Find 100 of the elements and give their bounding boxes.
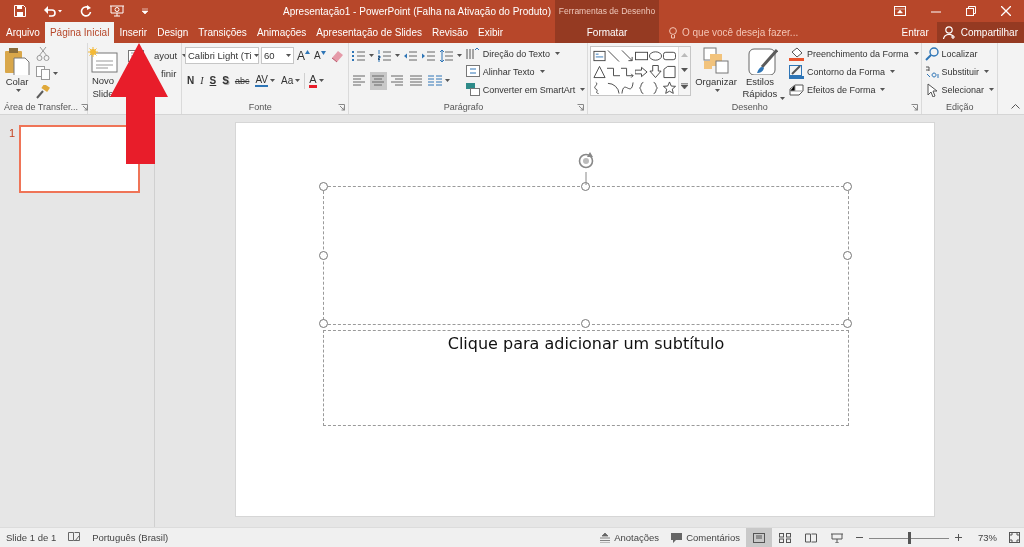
character-spacing-button[interactable]: AV bbox=[253, 71, 278, 90]
align-center-button[interactable] bbox=[369, 71, 387, 90]
dialog-launcher-icon[interactable] bbox=[577, 103, 585, 111]
resize-handle[interactable] bbox=[843, 250, 852, 260]
scroll-down-icon[interactable] bbox=[681, 68, 689, 72]
caret-icon bbox=[890, 70, 895, 73]
ribbon-tab[interactable]: Animações bbox=[251, 22, 312, 43]
resize-handle[interactable] bbox=[581, 319, 590, 328]
rounded-rectangle-icon[interactable] bbox=[663, 49, 677, 63]
quick-styles-button[interactable]: Estilos Rápidos bbox=[740, 46, 786, 101]
fit-to-window-icon[interactable] bbox=[1009, 532, 1020, 543]
paste-button[interactable]: Colar bbox=[3, 46, 31, 93]
ribbon-command[interactable]: Substituir bbox=[924, 64, 995, 79]
numbering-button[interactable] bbox=[376, 47, 401, 64]
oval-icon[interactable] bbox=[649, 49, 663, 63]
comments-button[interactable]: Comentários bbox=[671, 532, 740, 543]
ribbon-tab[interactable]: Inserir bbox=[114, 22, 153, 43]
slide-thumbnail[interactable] bbox=[19, 125, 141, 193]
resize-handle[interactable] bbox=[843, 182, 852, 191]
subtitle-placeholder[interactable]: Clique para adicionar um subtítulo bbox=[323, 330, 849, 426]
presenter-icon[interactable] bbox=[110, 5, 124, 17]
grow-font-button[interactable]: A bbox=[296, 48, 311, 63]
rectangle-icon[interactable] bbox=[635, 49, 649, 63]
ribbon-tab[interactable]: Transições bbox=[193, 22, 252, 43]
ribbon-tab[interactable]: Design bbox=[152, 22, 194, 43]
shrink-font-button[interactable]: A bbox=[313, 50, 327, 61]
language-label[interactable]: Português (Brasil) bbox=[92, 532, 169, 543]
share-button[interactable]: Compartilhar bbox=[936, 22, 1024, 43]
dialog-launcher-icon[interactable] bbox=[337, 103, 345, 111]
font-size-field[interactable]: 60 bbox=[261, 47, 294, 64]
resize-handle[interactable] bbox=[843, 319, 852, 328]
new-slide-button[interactable]: Novo Slide bbox=[88, 46, 118, 101]
resize-handle[interactable] bbox=[319, 182, 328, 191]
slider-thumb[interactable] bbox=[908, 531, 911, 544]
rotate-handle-icon[interactable] bbox=[576, 151, 596, 185]
reset-button[interactable]: finir bbox=[161, 66, 177, 81]
arc-icon[interactable] bbox=[607, 81, 621, 95]
shapes-gallery[interactable] bbox=[590, 46, 692, 96]
ribbon-tab[interactable]: Revisão bbox=[426, 22, 474, 43]
ribbon-tab[interactable]: Página Inicial bbox=[44, 22, 115, 43]
ribbon-tab[interactable]: Formatar bbox=[555, 22, 659, 43]
tell-me-field[interactable]: O que você deseja fazer... bbox=[659, 26, 894, 39]
ribbon-display-icon[interactable] bbox=[894, 6, 906, 16]
arrange-button[interactable]: Organizar bbox=[694, 46, 738, 93]
ribbon-command[interactable]: Alinhar Texto bbox=[465, 64, 586, 79]
increase-indent-icon bbox=[421, 49, 436, 62]
dialog-launcher-icon[interactable] bbox=[81, 103, 89, 111]
layout-button[interactable]: ayout bbox=[154, 48, 188, 63]
save-icon[interactable] bbox=[14, 5, 26, 17]
cut-icon bbox=[36, 47, 50, 61]
collapse-ribbon-icon[interactable] bbox=[1011, 104, 1020, 109]
text-box-icon bbox=[465, 65, 480, 78]
down-arrow-icon[interactable] bbox=[649, 65, 663, 79]
spelling-icon[interactable] bbox=[68, 532, 81, 543]
columns-button[interactable] bbox=[426, 72, 451, 89]
notes-button[interactable]: Anotações bbox=[600, 532, 660, 543]
resize-handle[interactable] bbox=[319, 319, 328, 328]
restore-icon[interactable] bbox=[966, 6, 976, 16]
change-case-button[interactable]: Aa bbox=[279, 71, 303, 90]
font-color-button[interactable]: A bbox=[307, 71, 326, 90]
redo-icon[interactable] bbox=[80, 5, 92, 17]
star-icon[interactable] bbox=[663, 81, 677, 95]
strikethrough-button[interactable]: abc bbox=[232, 71, 252, 90]
font-name-field[interactable]: Calibri Light (Ti bbox=[185, 47, 259, 64]
text-box-icon[interactable] bbox=[593, 49, 607, 63]
italic-button[interactable]: I bbox=[198, 71, 206, 90]
ribbon-tab[interactable]: Apresentação de Slides bbox=[311, 22, 427, 43]
arrow-line-icon[interactable] bbox=[621, 49, 635, 63]
zoom-out-icon[interactable] bbox=[856, 534, 863, 541]
ribbon-command[interactable]: Contorno da Forma bbox=[788, 64, 919, 79]
flowchart-shape-icon[interactable] bbox=[663, 65, 677, 79]
triangle-icon[interactable] bbox=[593, 65, 607, 79]
zoom-level[interactable]: 73% bbox=[978, 532, 997, 543]
ribbon-command[interactable]: Direção do Texto bbox=[465, 46, 586, 61]
dialog-launcher-icon[interactable] bbox=[910, 103, 918, 111]
elbow-connector-icon[interactable] bbox=[607, 65, 621, 79]
ribbon-command[interactable]: Preenchimento da Forma bbox=[788, 46, 919, 61]
curve-icon[interactable] bbox=[621, 81, 635, 95]
close-icon[interactable] bbox=[1001, 6, 1011, 16]
undo-icon[interactable] bbox=[44, 5, 62, 17]
resize-handle[interactable] bbox=[581, 182, 590, 191]
ribbon-tab[interactable]: Arquivo bbox=[1, 22, 45, 43]
shadow-button[interactable]: S bbox=[220, 71, 231, 90]
ribbon-command[interactable]: Converter em SmartArt bbox=[465, 82, 586, 97]
customize-icon[interactable] bbox=[142, 8, 148, 14]
bold-button[interactable]: N bbox=[185, 71, 197, 90]
ribbon-tab[interactable]: Exibir bbox=[473, 22, 509, 43]
elbow-arrow-icon[interactable] bbox=[621, 65, 635, 79]
ribbon-command[interactable]: Efeitos de Forma bbox=[788, 82, 919, 97]
ribbon-command[interactable]: Selecionar bbox=[924, 82, 995, 97]
line-spacing-button[interactable] bbox=[438, 47, 463, 64]
underline-button[interactable]: S bbox=[207, 71, 219, 90]
ribbon-command[interactable]: Localizar bbox=[924, 46, 995, 61]
copy-button[interactable] bbox=[35, 65, 59, 81]
zoom-in-icon[interactable] bbox=[955, 534, 962, 541]
resize-handle[interactable] bbox=[319, 250, 328, 260]
right-arrow-icon[interactable] bbox=[635, 65, 649, 79]
more-icon[interactable] bbox=[681, 83, 689, 90]
normal-view-button[interactable] bbox=[746, 528, 772, 547]
sign-in-link[interactable]: Entrar bbox=[893, 22, 937, 43]
